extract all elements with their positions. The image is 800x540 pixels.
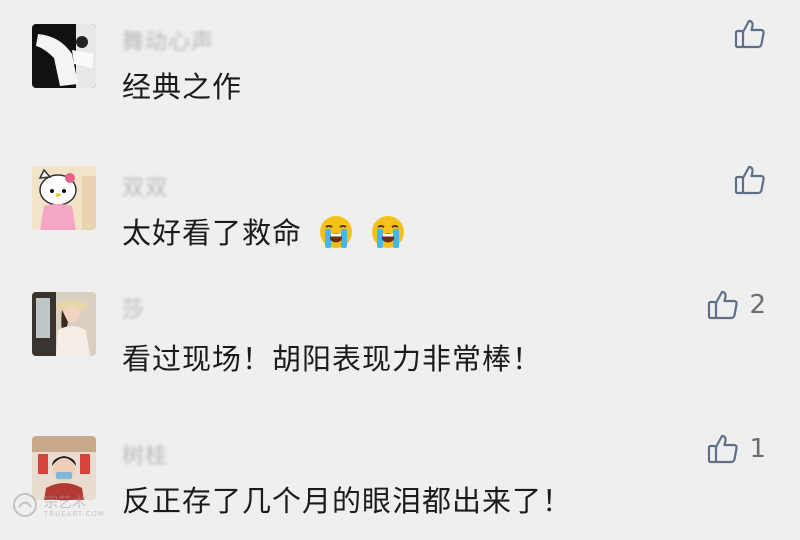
thumbs-up-icon — [734, 18, 766, 50]
comment-text: 经典之作 — [122, 70, 243, 104]
avatar[interactable] — [32, 436, 96, 500]
commenter-name[interactable]: 舞动心声 — [122, 24, 214, 56]
commenter-name[interactable]: 树桂 — [122, 438, 168, 470]
like-button[interactable]: 1 — [707, 432, 766, 466]
commenter-name[interactable]: 莎 — [122, 292, 145, 324]
loudly-crying-face-icon — [370, 214, 406, 250]
thumbs-up-icon — [707, 289, 739, 321]
comment-text-content: 太好看了救命 — [122, 216, 303, 250]
avatar[interactable] — [32, 24, 96, 88]
like-count: 2 — [749, 290, 766, 320]
thumbs-up-icon — [734, 164, 766, 196]
avatar[interactable] — [32, 292, 96, 356]
loudly-crying-face-icon — [318, 214, 354, 250]
like-count: 1 — [749, 434, 766, 464]
avatar[interactable] — [32, 166, 96, 230]
commenter-name[interactable]: 双双 — [122, 170, 168, 202]
watermark-text: 宗艺术 — [44, 495, 86, 511]
watermark-logo-icon — [12, 492, 38, 522]
thumbs-up-icon — [707, 433, 739, 465]
comment-list: 舞动心声 经典之作 双双 太好看了救命 莎 看过现场！胡阳表现力非常棒！ 2 树… — [0, 0, 800, 540]
like-button[interactable] — [734, 17, 766, 51]
comment-text: 反正存了几个月的眼泪都出来了！ — [122, 484, 573, 518]
watermark: 宗艺术 TRUEART.COM — [12, 492, 105, 522]
like-button[interactable] — [734, 163, 766, 197]
comment-text: 看过现场！胡阳表现力非常棒！ — [122, 342, 543, 376]
watermark-subtext: TRUEART.COM — [44, 510, 105, 518]
comment-text: 太好看了救命 — [122, 210, 406, 253]
like-button[interactable]: 2 — [707, 288, 766, 322]
